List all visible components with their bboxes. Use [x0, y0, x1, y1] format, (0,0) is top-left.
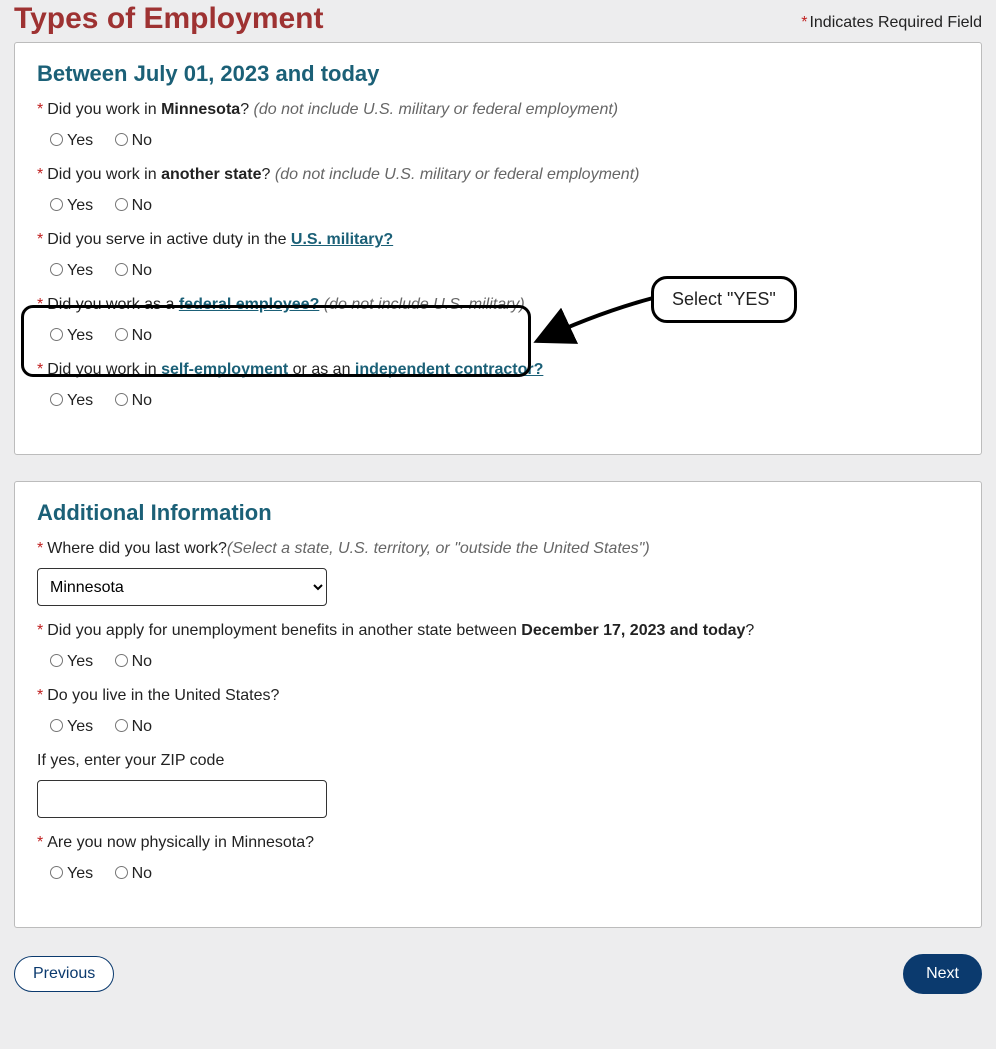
question-minnesota: *Did you work in Minnesota? (do not incl… — [37, 101, 959, 150]
question-other-state-benefits: *Did you apply for unemployment benefits… — [37, 622, 959, 671]
question-last-work-state: *Where did you last work?(Select a state… — [37, 540, 959, 606]
s2q5-yes[interactable]: Yes — [45, 865, 93, 882]
q1-no[interactable]: No — [110, 132, 152, 149]
state-select[interactable]: Minnesota — [37, 568, 327, 606]
question-federal-employee: *Did you work as a federal employee? (do… — [37, 296, 959, 345]
additional-info-card: Additional Information *Where did you la… — [14, 481, 982, 928]
q5-yes[interactable]: Yes — [45, 392, 93, 409]
previous-button[interactable]: Previous — [14, 956, 114, 992]
question-other-state: *Did you work in another state? (do not … — [37, 166, 959, 215]
section2-title: Additional Information — [37, 500, 959, 526]
question-self-employment: *Did you work in self-employment or as a… — [37, 361, 959, 410]
s2q5-no[interactable]: No — [110, 865, 152, 882]
q2-no[interactable]: No — [110, 197, 152, 214]
q4-yes[interactable]: Yes — [45, 327, 93, 344]
required-field-note: *Indicates Required Field — [801, 14, 982, 32]
page-title: Types of Employment — [14, 0, 324, 36]
q3-yes[interactable]: Yes — [45, 262, 93, 279]
q3-no[interactable]: No — [110, 262, 152, 279]
section1-title: Between July 01, 2023 and today — [37, 61, 959, 87]
question-zip-code: If yes, enter your ZIP code — [37, 752, 959, 818]
independent-contractor-link[interactable]: independent contractor? — [355, 361, 543, 378]
q1-yes[interactable]: Yes — [45, 132, 93, 149]
q4-no[interactable]: No — [110, 327, 152, 344]
s2q3-no[interactable]: No — [110, 718, 152, 735]
federal-employee-link[interactable]: federal employee? — [179, 296, 320, 313]
footer-buttons: Previous Next — [14, 954, 982, 994]
self-employment-link[interactable]: self-employment — [161, 361, 288, 378]
question-us-military: *Did you serve in active duty in the U.S… — [37, 231, 959, 280]
question-physically-in-mn: *Are you now physically in Minnesota? Ye… — [37, 834, 959, 883]
q2-yes[interactable]: Yes — [45, 197, 93, 214]
next-button[interactable]: Next — [903, 954, 982, 994]
s2q3-yes[interactable]: Yes — [45, 718, 93, 735]
question-live-in-us: *Do you live in the United States? Yes N… — [37, 687, 959, 736]
employment-types-card: Between July 01, 2023 and today *Did you… — [14, 42, 982, 455]
us-military-link[interactable]: U.S. military? — [291, 231, 393, 248]
q5-no[interactable]: No — [110, 392, 152, 409]
s2q2-yes[interactable]: Yes — [45, 653, 93, 670]
zip-input[interactable] — [37, 780, 327, 818]
s2q2-no[interactable]: No — [110, 653, 152, 670]
